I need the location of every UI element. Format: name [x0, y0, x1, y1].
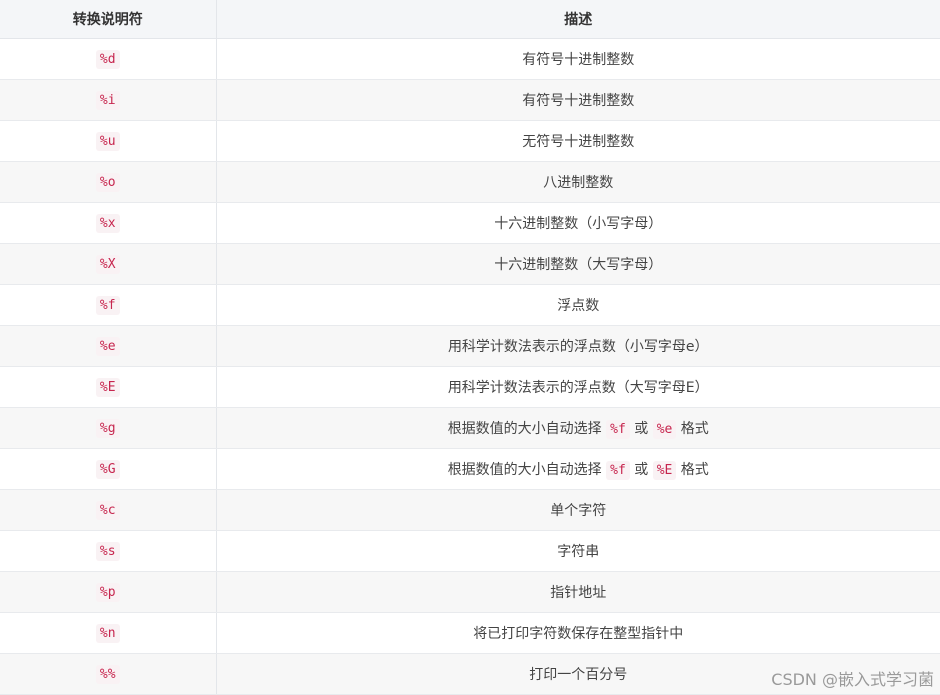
table-row: %s 字符串: [0, 530, 940, 572]
description-text: 字符串: [557, 544, 600, 560]
description-cell: 十六进制整数（大写字母）: [216, 243, 940, 285]
specifier-cell: %x: [0, 202, 217, 244]
description-cell: 根据数值的大小自动选择 %f 或 %e 格式: [216, 407, 940, 449]
specifier-cell: %g: [0, 407, 217, 449]
table-row: %u 无符号十进制整数: [0, 120, 940, 162]
description-text: 八进制整数: [543, 175, 614, 191]
description-cell: 八进制整数: [216, 161, 940, 203]
specifier-code: %g: [95, 419, 120, 438]
description-cell: 用科学计数法表示的浮点数（小写字母e）: [216, 325, 940, 367]
specifier-code: %p: [95, 583, 120, 602]
header-row: 转换说明符 描述: [0, 0, 940, 39]
specifier-cell: %n: [0, 612, 217, 654]
table-row: %X 十六进制整数（大写字母）: [0, 243, 940, 285]
description-cell: 单个字符: [216, 489, 940, 531]
specifier-code: %f: [95, 296, 120, 315]
specifier-cell: %G: [0, 448, 217, 490]
table-row: %p 指针地址: [0, 571, 940, 613]
specifier-code: %s: [95, 542, 120, 561]
description-text: 有符号十进制整数: [522, 52, 635, 68]
description-cell: 指针地址: [216, 571, 940, 613]
specifier-code: %u: [95, 132, 120, 151]
specifier-cell: %i: [0, 79, 217, 121]
header-description: 描述: [216, 0, 940, 39]
specifier-cell: %o: [0, 161, 217, 203]
description-cell: 有符号十进制整数: [216, 79, 940, 121]
description-text: 格式: [676, 421, 709, 437]
specifier-code: %E: [95, 378, 120, 397]
specifier-code: %x: [95, 214, 120, 233]
description-cell: 字符串: [216, 530, 940, 572]
table-row: %o 八进制整数: [0, 161, 940, 203]
specifier-code: %%: [95, 665, 120, 684]
description-text: 或: [629, 421, 653, 437]
specifier-cell: %f: [0, 284, 217, 326]
table-row: %i 有符号十进制整数: [0, 79, 940, 121]
description-cell: 无符号十进制整数: [216, 120, 940, 162]
specifier-cell: %u: [0, 120, 217, 162]
description-text: 十六进制整数（大写字母）: [494, 257, 663, 273]
description-cell: 浮点数: [216, 284, 940, 326]
description-text: 打印一个百分号: [529, 667, 628, 683]
specifier-cell: %c: [0, 489, 217, 531]
description-text: 十六进制整数（小写字母）: [494, 216, 663, 232]
table-body: %d 有符号十进制整数 %i 有符号十进制整数 %u 无符号十进制整数 %o 八进制整数 %x 十…: [0, 38, 940, 695]
description-cell: 有符号十进制整数: [216, 38, 940, 80]
table-row: %g 根据数值的大小自动选择 %f 或 %e 格式: [0, 407, 940, 449]
description-text: 格式: [676, 462, 709, 478]
specifier-code: %G: [95, 460, 120, 479]
table-row: %f 浮点数: [0, 284, 940, 326]
specifier-cell: %d: [0, 38, 217, 80]
table-header: 转换说明符 描述: [0, 0, 940, 39]
description-text: 用科学计数法表示的浮点数（小写字母e）: [447, 339, 709, 355]
description-cell: 根据数值的大小自动选择 %f 或 %E 格式: [216, 448, 940, 490]
description-cell: 将已打印字符数保存在整型指针中: [216, 612, 940, 654]
inline-code: %E: [652, 461, 677, 480]
specifier-code: %c: [95, 501, 120, 520]
inline-code: %f: [606, 461, 630, 480]
description-text: 指针地址: [550, 585, 607, 601]
description-text: 无符号十进制整数: [522, 134, 635, 150]
inline-code: %f: [606, 420, 630, 439]
specifier-code: %d: [95, 50, 120, 69]
description-text: 用科学计数法表示的浮点数（大写字母E）: [447, 380, 709, 396]
table-row: %n 将已打印字符数保存在整型指针中: [0, 612, 940, 654]
description-text: 将已打印字符数保存在整型指针中: [473, 626, 684, 642]
specifier-code: %o: [95, 173, 120, 192]
table-row: %G 根据数值的大小自动选择 %f 或 %E 格式: [0, 448, 940, 490]
table-row: %d 有符号十进制整数: [0, 38, 940, 80]
watermark: CSDN @嵌入式学习菌: [771, 670, 934, 689]
specifier-code: %n: [95, 624, 120, 643]
specifier-cell: %p: [0, 571, 217, 613]
description-text: 或: [629, 462, 653, 478]
specifier-code: %e: [95, 337, 120, 356]
description-text: 浮点数: [557, 298, 600, 314]
specifier-cell: %X: [0, 243, 217, 285]
format-specifier-table: 转换说明符 描述 %d 有符号十进制整数 %i 有符号十进制整数 %u 无符号十进制整数%…: [0, 0, 940, 695]
table-row: %E 用科学计数法表示的浮点数（大写字母E）: [0, 366, 940, 408]
description-cell: 用科学计数法表示的浮点数（大写字母E）: [216, 366, 940, 408]
specifier-cell: %e: [0, 325, 217, 367]
specifier-cell: %E: [0, 366, 217, 408]
description-text: 根据数值的大小自动选择: [447, 421, 607, 437]
specifier-cell: %%: [0, 653, 217, 695]
specifier-code: %X: [95, 255, 120, 274]
description-text: 有符号十进制整数: [522, 93, 635, 109]
table-row: %x 十六进制整数（小写字母）: [0, 202, 940, 244]
specifier-code: %i: [95, 91, 120, 110]
description-text: 单个字符: [550, 503, 607, 519]
table-row: %e 用科学计数法表示的浮点数（小写字母e）: [0, 325, 940, 367]
description-cell: 十六进制整数（小写字母）: [216, 202, 940, 244]
inline-code: %e: [652, 420, 677, 439]
description-text: 根据数值的大小自动选择: [447, 462, 607, 478]
specifier-cell: %s: [0, 530, 217, 572]
table-row: %c 单个字符: [0, 489, 940, 531]
header-specifier: 转换说明符: [0, 0, 217, 39]
